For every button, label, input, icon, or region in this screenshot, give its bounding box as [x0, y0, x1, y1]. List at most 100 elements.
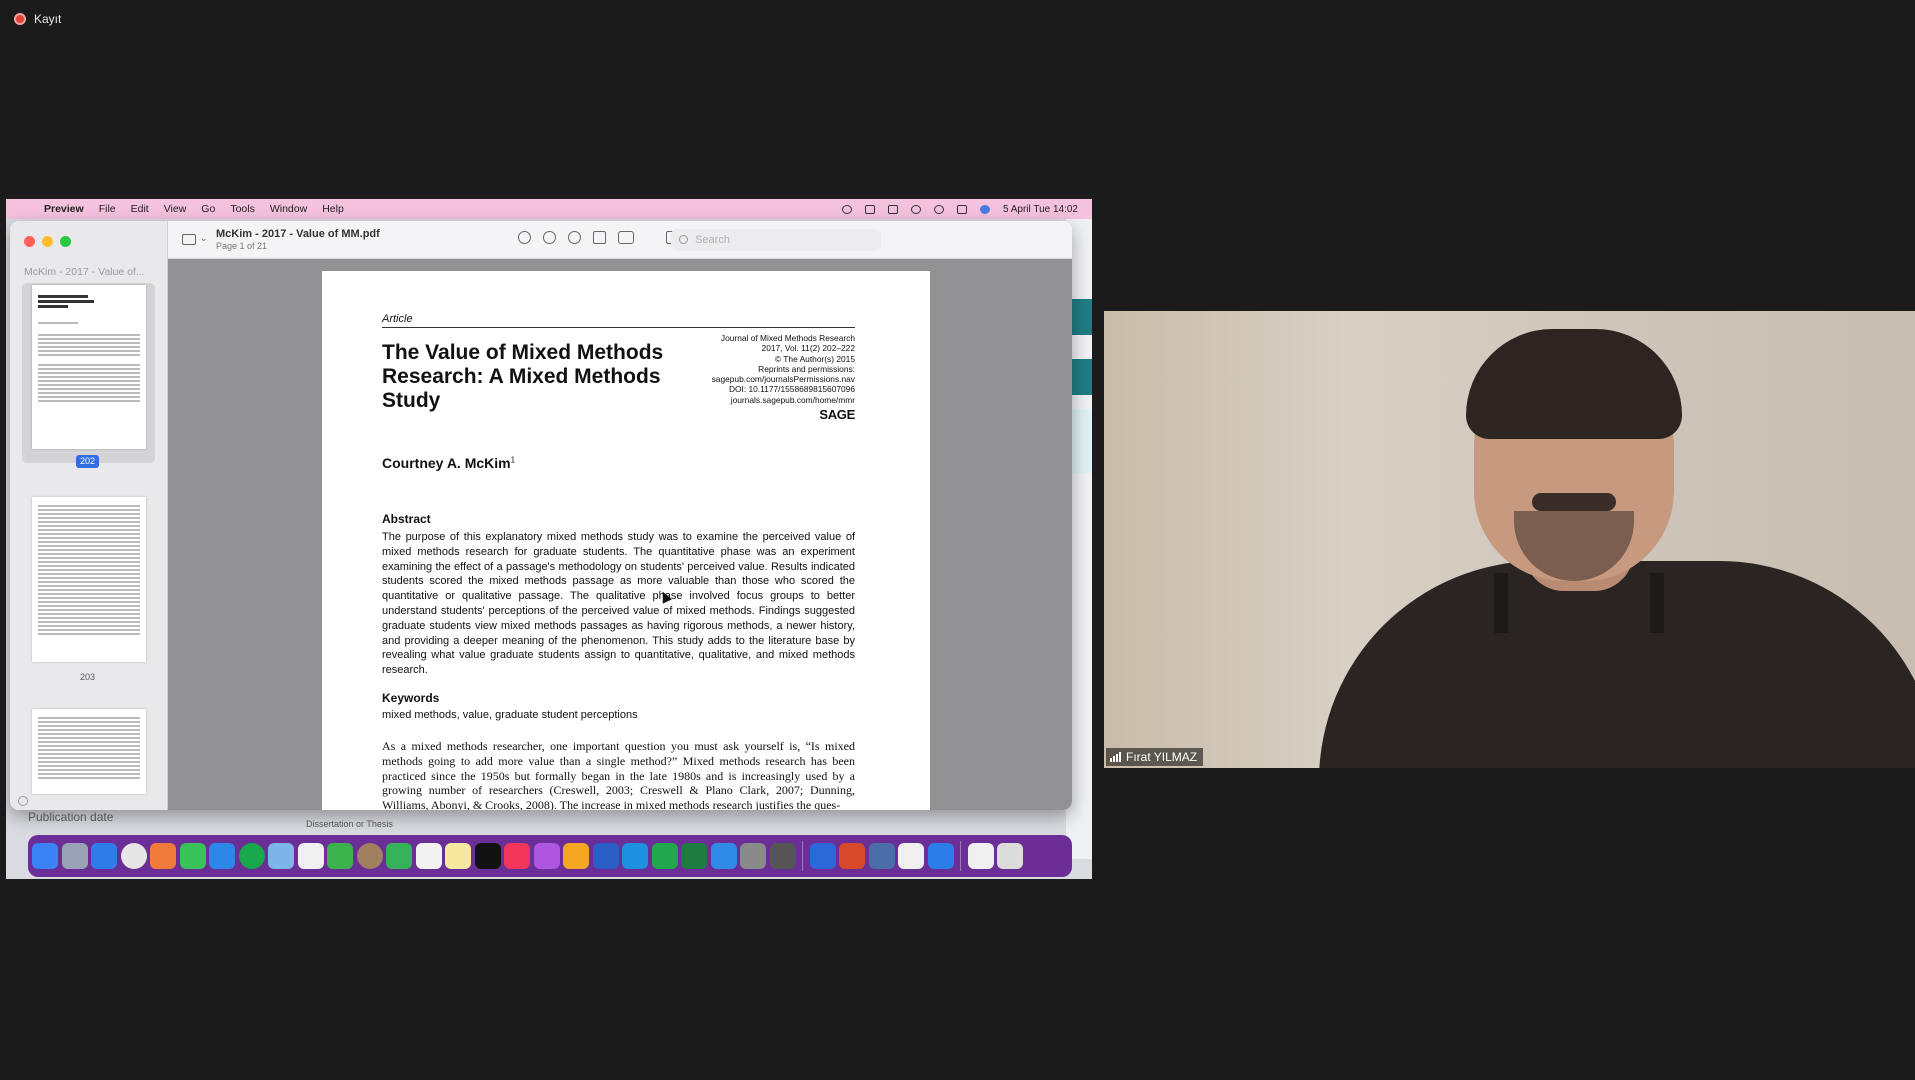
dock-facetime-icon[interactable] [327, 843, 353, 869]
dock-separator [802, 841, 803, 871]
pdf-page: Article The Value of Mixed Methods Resea… [322, 271, 930, 810]
menu-edit[interactable]: Edit [131, 203, 149, 215]
journal-homepage-link[interactable]: journals.sagepub.com/home/mmr [695, 395, 855, 405]
markup-chevron-icon[interactable] [646, 234, 654, 242]
participant-name: Fırat YILMAZ [1126, 750, 1198, 764]
dock-reminders-icon[interactable] [415, 843, 442, 869]
dock-app-store-icon[interactable] [710, 843, 737, 869]
author-affiliation-mark: 1 [510, 455, 516, 465]
dock-messages-icon[interactable] [179, 843, 206, 869]
dock-mail-icon[interactable] [209, 843, 235, 869]
background-panel [1070, 409, 1092, 473]
dock-photos-icon[interactable] [297, 843, 324, 869]
sidebar-add-icon[interactable] [18, 796, 28, 806]
sage-logo-text: SAGE [819, 407, 855, 422]
dock-chrome-icon[interactable] [120, 843, 147, 869]
dock-excel-icon[interactable] [681, 843, 707, 869]
record-icon [14, 13, 26, 25]
sidebar-toggle-icon[interactable] [182, 234, 196, 245]
author-text: Courtney A. McKim [382, 455, 511, 471]
journal-name: Journal of Mixed Methods Research [720, 333, 855, 343]
menu-file[interactable]: File [99, 203, 116, 215]
zoom-button[interactable] [60, 236, 71, 247]
dock-numbers-icon[interactable] [651, 843, 678, 869]
body-paragraph: As a mixed methods researcher, one impor… [382, 739, 855, 810]
chevron-down-icon[interactable]: ⌄ [200, 233, 208, 244]
document-title: McKim - 2017 - Value of MM.pdf [216, 228, 380, 240]
control-center-icon[interactable] [956, 204, 967, 214]
journal-doi[interactable]: DOI: 10.1177/1558689815607096 [695, 384, 855, 394]
dock-zoom-icon[interactable] [927, 843, 954, 869]
shared-screen: Preview File Edit View Go Tools Window H… [6, 199, 1092, 879]
publication-date-label: Publication date [28, 810, 114, 824]
dock-downloads-icon[interactable] [967, 843, 994, 869]
sidebar-doc-title: McKim - 2017 - Value of... [24, 266, 145, 278]
dock-gmail-icon[interactable] [898, 843, 924, 869]
background-help-button [1070, 299, 1092, 335]
dock-word-icon[interactable] [592, 843, 619, 869]
menu-app-name[interactable]: Preview [44, 203, 84, 215]
dissertation-label: Dissertation or Thesis [306, 819, 393, 829]
close-button[interactable] [24, 236, 35, 247]
battery-icon[interactable] [887, 204, 898, 214]
dock-separator [960, 841, 961, 871]
dock-whatsapp-icon[interactable] [386, 843, 412, 869]
dock-notes-icon[interactable] [445, 843, 471, 869]
journal-permissions-link[interactable]: sagepub.com/journalsPermissions.nav [695, 374, 855, 384]
dock-pages-icon[interactable] [563, 843, 589, 869]
dock-music-icon[interactable] [504, 843, 530, 869]
menu-view[interactable]: View [164, 203, 187, 215]
siri-icon[interactable] [979, 204, 990, 214]
menu-go[interactable]: Go [201, 203, 215, 215]
zoom-out-icon[interactable] [543, 231, 556, 244]
header-rule [382, 327, 855, 328]
dock-apple-tv-icon[interactable] [474, 843, 501, 869]
author-name: Courtney A. McKim1 [382, 455, 515, 471]
preview-toolbar: ⌄ McKim - 2017 - Value of MM.pdf Page 1 … [168, 221, 1072, 259]
display-icon[interactable] [864, 204, 875, 214]
dock-trash-icon[interactable] [997, 843, 1023, 869]
dock-outlook-icon[interactable] [809, 843, 836, 869]
dock-mindmap-icon[interactable] [150, 843, 176, 869]
info-icon[interactable] [518, 231, 531, 244]
markup-pen-icon[interactable] [618, 231, 634, 244]
dock-maps-icon[interactable] [268, 843, 294, 869]
dock-spotify-icon[interactable] [238, 843, 265, 869]
dock-safari-icon[interactable] [91, 843, 117, 869]
wifi-icon[interactable] [910, 204, 921, 214]
dock-launchpad-icon[interactable] [61, 843, 88, 869]
journal-volume: 2017, Vol. 11(2) 202–222 [761, 343, 855, 354]
search-icon [679, 235, 688, 244]
dock-podcasts-icon[interactable] [533, 843, 560, 869]
dock-keynote-icon[interactable] [622, 843, 648, 869]
page-thumbnail-202[interactable] [32, 285, 146, 449]
dock-powerpoint-icon[interactable] [839, 843, 865, 869]
dock-calculator-icon[interactable] [769, 843, 796, 869]
recording-indicator: Kayıt [14, 12, 61, 26]
article-label: Article [382, 313, 413, 325]
screen-record-icon[interactable] [841, 204, 852, 214]
menu-window[interactable]: Window [270, 203, 307, 215]
spotlight-search-icon[interactable] [933, 204, 944, 214]
dock-finder-icon[interactable] [32, 843, 58, 869]
preview-window: McKim - 2017 - Value of... 202 203 ⌄ McK… [10, 221, 1072, 810]
journal-reprints: Reprints and permissions: [758, 363, 855, 374]
document-canvas[interactable]: Article The Value of Mixed Methods Resea… [168, 259, 1072, 810]
minimize-button[interactable] [42, 236, 53, 247]
abstract-heading: Abstract [382, 512, 431, 526]
macos-menubar: Preview File Edit View Go Tools Window H… [6, 199, 1092, 219]
menu-tools[interactable]: Tools [230, 203, 255, 215]
participant-hair [1466, 329, 1682, 439]
dock-settings-icon[interactable] [740, 843, 766, 869]
dock-preview-icon[interactable] [868, 843, 895, 869]
menu-help[interactable]: Help [322, 203, 344, 215]
share-icon[interactable] [593, 231, 606, 244]
search-input[interactable]: Search [671, 229, 881, 251]
page-number-badge: 202 [76, 455, 100, 468]
recording-label: Kayıt [34, 12, 62, 26]
zoom-in-icon[interactable] [568, 231, 581, 244]
page-thumbnail-204[interactable] [32, 709, 146, 794]
menubar-clock[interactable]: 5 April Tue 14:02 [1003, 204, 1078, 215]
page-thumbnail-203[interactable] [32, 497, 146, 662]
dock-notes-brown-icon[interactable] [356, 843, 383, 869]
